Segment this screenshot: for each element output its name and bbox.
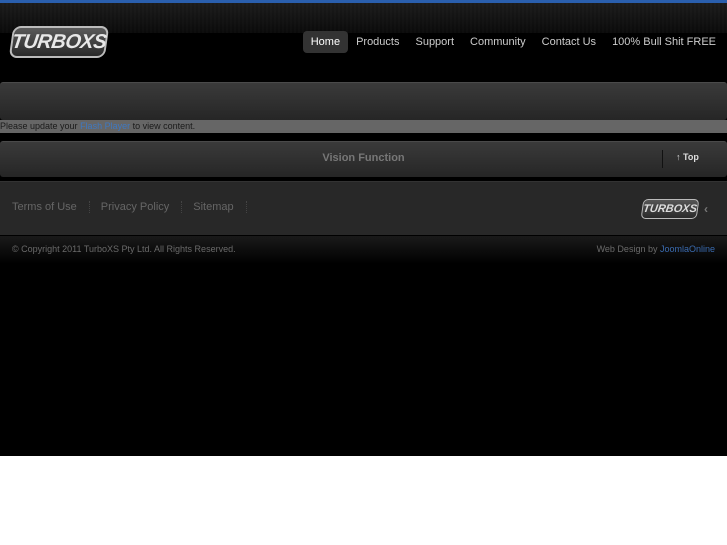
footer-logo[interactable]: TURBOXS (640, 199, 700, 219)
copyright-bar: © Copyright 2011 TurboXS Pty Ltd. All Ri… (0, 236, 727, 264)
nav-bull-shit-free[interactable]: 100% Bull Shit FREE (604, 31, 724, 53)
module-title: Vision Function (322, 152, 405, 164)
divider (662, 150, 663, 168)
footer-link-privacy[interactable]: Privacy Policy (101, 201, 183, 213)
web-design-credit: Web Design by JoomlaOnline (597, 244, 715, 254)
nav-home[interactable]: Home (302, 31, 349, 53)
joomlaonline-link[interactable]: JoomlaOnline (660, 244, 715, 254)
nav-community[interactable]: Community (462, 31, 534, 53)
module-bar: Vision Function ↑ Top (0, 141, 727, 177)
chevron-left-icon[interactable]: ‹ (704, 202, 708, 216)
footer-links: Terms of Use Privacy Policy Sitemap (12, 201, 258, 213)
footer-link-sitemap[interactable]: Sitemap (193, 201, 247, 213)
arrow-up-icon: ↑ (676, 152, 681, 162)
nav-support[interactable]: Support (407, 31, 462, 53)
header-texture (0, 3, 727, 33)
copyright-text: © Copyright 2011 TurboXS Pty Ltd. All Ri… (12, 244, 236, 254)
banner-panel (0, 82, 727, 120)
top-label: Top (683, 152, 699, 162)
flash-player-link[interactable]: Flash Player (80, 121, 130, 131)
flash-prefix: Please update your (0, 121, 81, 131)
main-nav: Home Products Support Community Contact … (302, 31, 724, 53)
nav-contact-us[interactable]: Contact Us (534, 31, 604, 53)
credit-prefix: Web Design by (596, 244, 660, 254)
flash-suffix: to view content. (130, 121, 196, 131)
back-to-top-button[interactable]: ↑ Top (676, 152, 699, 162)
turboxs-logo[interactable]: TURBOXS (8, 26, 110, 58)
site-wrapper: TURBOXS Home Products Support Community … (0, 0, 727, 456)
nav-products[interactable]: Products (348, 31, 407, 53)
footer-link-terms[interactable]: Terms of Use (12, 201, 90, 213)
footer: Terms of Use Privacy Policy Sitemap TURB… (0, 181, 727, 235)
flash-notice: Please update your Flash Player to view … (0, 120, 727, 133)
